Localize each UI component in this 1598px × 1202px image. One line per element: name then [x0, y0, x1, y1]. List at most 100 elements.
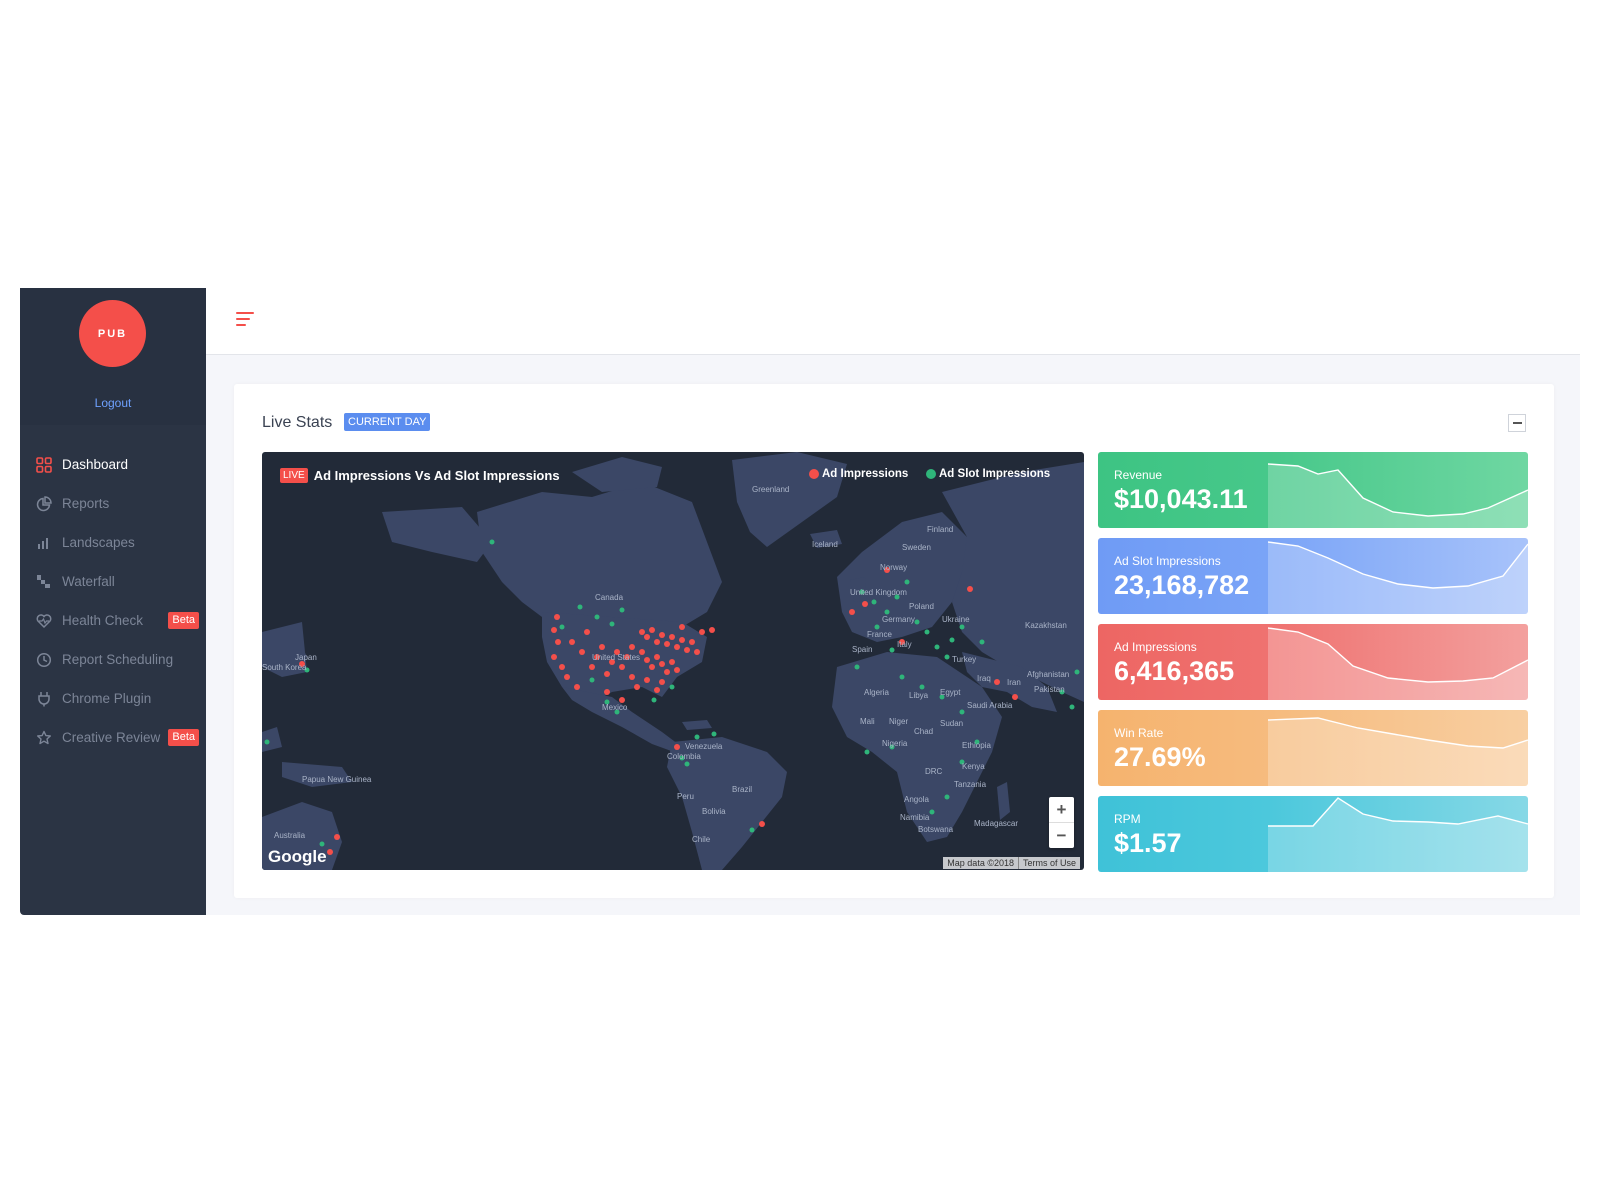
sidebar-item-label: Creative Review: [62, 730, 161, 745]
sidebar-header: PUB Logout: [20, 288, 206, 425]
sidebar-item-health-check[interactable]: Health Check Beta: [20, 601, 206, 640]
map-label: Norway: [880, 563, 907, 572]
map-label: Italy: [897, 640, 912, 649]
map-label: Chile: [692, 835, 711, 844]
sidebar-item-chrome-plugin[interactable]: Chrome Plugin: [20, 679, 206, 718]
map-label: Saudi Arabia: [967, 701, 1013, 710]
sparkline: [1268, 797, 1528, 872]
map-label: Niger: [889, 717, 908, 726]
stat-tile-ad-impressions[interactable]: Ad Impressions 6,416,365: [1098, 624, 1528, 700]
map-label: Germany: [882, 615, 915, 624]
zoom-in-button[interactable]: +: [1049, 797, 1074, 822]
map-label: Papua New Guinea: [302, 775, 372, 784]
stat-tile-revenue[interactable]: Revenue $10,043.11: [1098, 452, 1528, 528]
map-label: Ethiopia: [962, 741, 991, 750]
world-map[interactable]: Greenland Iceland Finland Sweden Norway …: [262, 452, 1084, 870]
map-label: United Kingdom: [850, 588, 907, 597]
map-label: Namibia: [900, 813, 930, 822]
menu-toggle-icon[interactable]: [236, 312, 256, 328]
live-stats-card: Live Stats CURRENT DAY Greenland Iceland…: [234, 384, 1554, 898]
map-label: Botswana: [918, 825, 954, 834]
stat-label: Ad Impressions: [1114, 640, 1197, 654]
map-label: Poland: [909, 602, 934, 611]
sidebar-item-label: Chrome Plugin: [62, 691, 152, 706]
sidebar-item-label: Report Scheduling: [62, 652, 174, 667]
app-frame: PUB Logout Dashboard Reports Landscapes …: [20, 288, 1580, 915]
sidebar-item-creative-review[interactable]: Creative Review Beta: [20, 718, 206, 757]
sidebar-item-report-scheduling[interactable]: Report Scheduling: [20, 640, 206, 679]
map-label: Brazil: [732, 785, 752, 794]
beta-badge: Beta: [168, 612, 199, 629]
zoom-out-button[interactable]: −: [1049, 823, 1074, 848]
map-label: Libya: [909, 691, 929, 700]
collapse-button[interactable]: [1508, 414, 1526, 432]
legend-label: Ad Impressions: [822, 468, 909, 480]
map-label: Chad: [914, 727, 933, 736]
grid-icon: [36, 456, 52, 473]
stat-tile-ad-slot-impressions[interactable]: Ad Slot Impressions 23,168,782: [1098, 538, 1528, 614]
logout-link[interactable]: Logout: [20, 396, 206, 410]
heart-pulse-icon: [36, 613, 52, 629]
map-label: Bolivia: [702, 807, 726, 816]
plug-icon: [36, 691, 52, 707]
map-label: Algeria: [864, 688, 889, 697]
map-label: Spain: [852, 645, 872, 654]
map-label: Pakistan: [1034, 685, 1065, 694]
current-day-badge: CURRENT DAY: [344, 413, 431, 431]
map-attribution: Map data ©2018 Terms of Use: [943, 857, 1080, 869]
red-dot-icon: [809, 469, 819, 479]
stat-tile-rpm[interactable]: RPM $1.57: [1098, 796, 1528, 872]
google-logo: Google: [268, 847, 327, 866]
sidebar-item-waterfall[interactable]: Waterfall: [20, 562, 206, 601]
stat-value: $10,043.11: [1114, 484, 1248, 514]
map-label: Mexico: [602, 703, 628, 712]
map-label: Tanzania: [954, 780, 987, 789]
live-badge: LIVE: [280, 468, 308, 483]
sidebar: PUB Logout Dashboard Reports Landscapes …: [20, 288, 206, 915]
terms-link[interactable]: Terms of Use: [1017, 857, 1080, 869]
map-label: United States: [592, 653, 640, 662]
sidebar-item-dashboard[interactable]: Dashboard: [20, 445, 206, 484]
clock-icon: [36, 652, 52, 668]
sidebar-item-label: Dashboard: [62, 457, 129, 472]
map-label: Sudan: [940, 719, 963, 728]
map-label: Peru: [677, 792, 694, 801]
map-label: Egypt: [940, 688, 961, 697]
stat-value: 23,168,782: [1114, 570, 1250, 600]
sparkline: [1268, 541, 1528, 614]
waterfall-icon: [36, 574, 52, 590]
stat-value: 27.69%: [1114, 742, 1206, 772]
map-label: Angola: [904, 795, 929, 804]
card-title: Live Stats: [262, 414, 333, 431]
map-label: Colombia: [667, 752, 701, 761]
bar-chart-icon: [36, 535, 52, 551]
map-label: Venezuela: [685, 742, 723, 751]
map-label: Japan: [295, 653, 317, 662]
map-label: Greenland: [752, 485, 789, 494]
map-label: South Korea: [262, 663, 307, 672]
map-title: Ad Impressions Vs Ad Slot Impressions: [313, 468, 560, 483]
pie-chart-icon: [36, 495, 52, 512]
zoom-control: + −: [1049, 797, 1074, 848]
stat-label: RPM: [1114, 812, 1141, 826]
legend-label: Ad Slot Impressions: [939, 468, 1051, 480]
logo[interactable]: PUB: [79, 300, 146, 367]
sidebar-item-landscapes[interactable]: Landscapes: [20, 523, 206, 562]
stat-tiles: Revenue $10,043.11 Ad Slot Impressions 2…: [1098, 452, 1528, 882]
stat-label: Revenue: [1114, 468, 1163, 482]
map-label: France: [867, 630, 892, 639]
stat-label: Win Rate: [1114, 726, 1164, 740]
map-label: Iraq: [977, 674, 991, 683]
map-label: Sweden: [902, 543, 931, 552]
sparkline: [1268, 463, 1528, 528]
legend-ad-slot-impressions: Ad Slot Impressions: [926, 468, 1050, 480]
map-data-text: Map data ©2018: [943, 857, 1018, 869]
map-label: Afghanistan: [1027, 670, 1069, 679]
stat-value: 6,416,365: [1114, 656, 1235, 686]
map-label: Kenya: [962, 762, 985, 771]
sidebar-item-reports[interactable]: Reports: [20, 484, 206, 523]
map-label: Nigeria: [882, 739, 908, 748]
stat-tile-win-rate[interactable]: Win Rate 27.69%: [1098, 710, 1528, 786]
sparkline: [1268, 717, 1528, 786]
map-label: Kazakhstan: [1025, 621, 1067, 630]
